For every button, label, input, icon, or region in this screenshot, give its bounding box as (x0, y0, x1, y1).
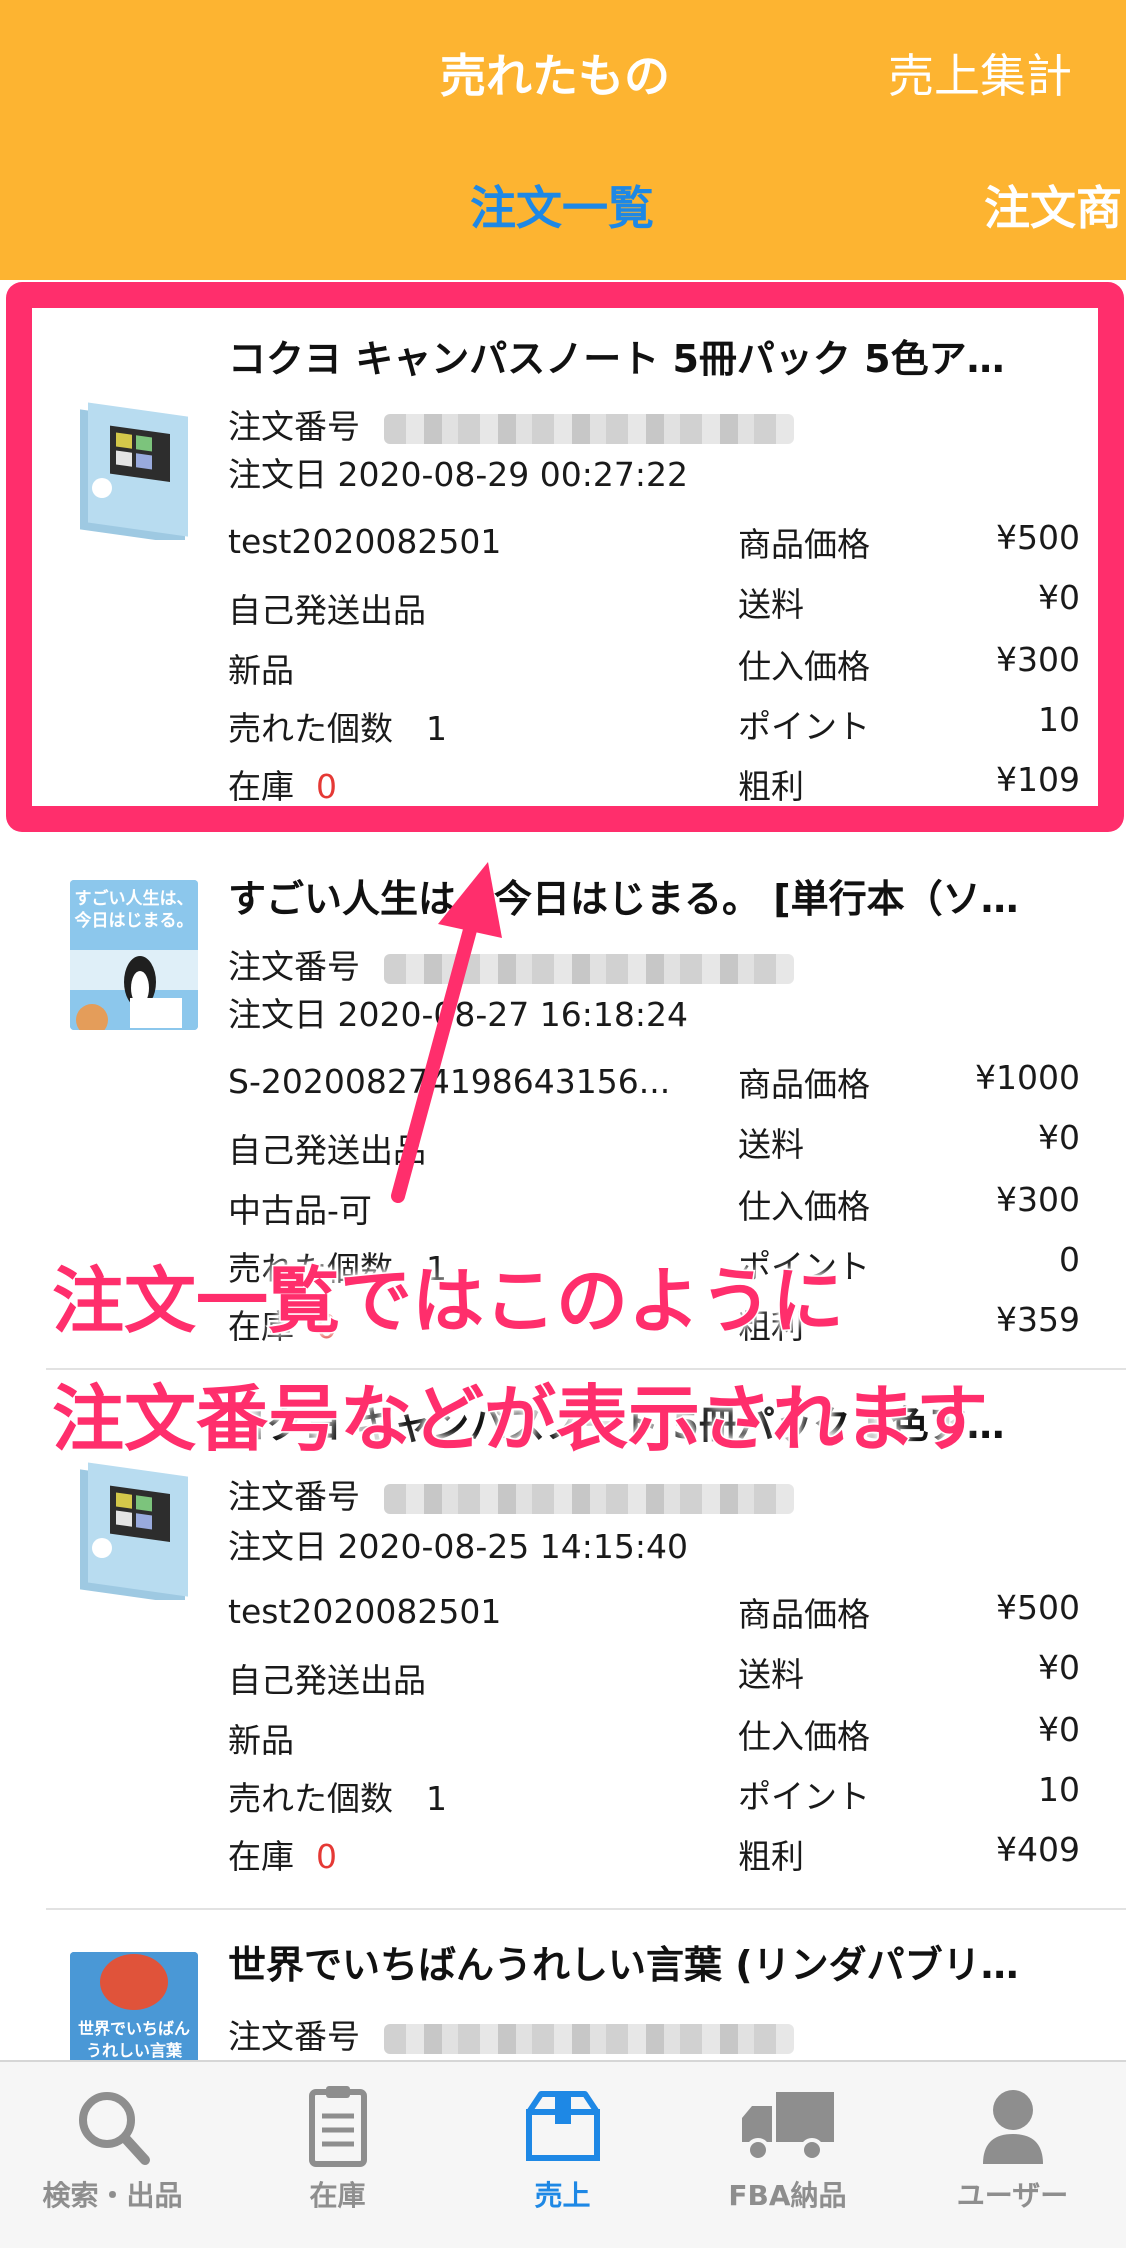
product-thumbnail: すごい人生は、 今日はじまる。 (70, 880, 198, 1030)
points-value: 0 (1059, 1240, 1080, 1279)
product-title: すごい人生は、今日はじまる。 [単行本（ソ… (228, 877, 1019, 921)
sku: test2020082501 (228, 522, 502, 561)
svg-text:すごい人生は、: すごい人生は、 (75, 888, 194, 909)
price-label: 商品価格 (738, 1065, 870, 1104)
points-label: ポイント (738, 707, 870, 746)
price-value: ¥500 (996, 1588, 1080, 1627)
nav-user[interactable]: ユーザー (900, 2062, 1125, 2248)
subtab-order-items[interactable]: 注文商 (984, 172, 1122, 238)
shipping-label: 送料 (738, 1655, 804, 1694)
annotation-line-1: 注文一覧ではこのように (50, 1258, 845, 1345)
profit-value: ¥409 (996, 1830, 1080, 1869)
redacted-order-number (384, 953, 794, 984)
nav-label: FBA納品 (728, 2179, 847, 2212)
profit-label: 粗利 (738, 767, 804, 806)
sku: S-20200827419864315​6... (228, 1062, 671, 1101)
order-date: 注文日 2020-08-27 16:18:24 (228, 995, 688, 1034)
order-row[interactable]: コクヨ キャンパスノート 5冊パック 5色ア… 注文番号 注文日 2020-08… (0, 300, 1126, 820)
points-value: 10 (1038, 1770, 1080, 1809)
product-thumbnail (70, 390, 198, 540)
nav-fba-shipment[interactable]: FBA納品 (675, 2062, 900, 2248)
product-title: コクヨ キャンパスノート 5冊パック 5色ア… (228, 337, 1005, 381)
sku: test2020082501 (228, 1592, 502, 1631)
price-label: 商品価格 (738, 1595, 870, 1634)
profit-value: ¥109 (996, 760, 1080, 799)
stock: 在庫 0 (228, 1837, 337, 1876)
shipping-method: 自己発送出品 (228, 1661, 426, 1700)
svg-text:世界でいちばん: 世界でいちばん (78, 2019, 190, 2038)
tab-sold-items[interactable]: 売れたもの (440, 40, 670, 106)
cost-label: 仕入価格 (738, 1187, 870, 1226)
clipboard-icon (308, 2086, 367, 2167)
cost-value: ¥300 (996, 1180, 1080, 1219)
price-label: 商品価格 (738, 525, 870, 564)
shipping-label: 送料 (738, 1125, 804, 1164)
cost-value: ¥0 (1038, 1710, 1080, 1749)
price-value: ¥500 (996, 518, 1080, 557)
nav-label: 検索・出品 (42, 2179, 183, 2212)
subtab-order-list[interactable]: 注文一覧 (470, 172, 654, 238)
points-value: 10 (1038, 700, 1080, 739)
nav-inventory[interactable]: 在庫 (225, 2062, 450, 2248)
nav-label: ユーザー (956, 2179, 1069, 2212)
sold-quantity: 売れた個数 1 (228, 709, 447, 748)
product-title: 世界でいちばんうれしい言葉 (リンダパブリ… (228, 1943, 1019, 1987)
nav-search-listing[interactable]: 検索・出品 (0, 2062, 225, 2248)
condition: 新品 (228, 651, 294, 690)
tab-sales-summary[interactable]: 売上集計 (888, 40, 1072, 106)
cost-value: ¥300 (996, 640, 1080, 679)
shipping-value: ¥0 (1038, 578, 1080, 617)
points-label: ポイント (738, 1777, 870, 1816)
condition: 新品 (228, 1721, 294, 1760)
profit-value: ¥359 (996, 1300, 1080, 1339)
sold-quantity: 売れた個数 1 (228, 1779, 447, 1818)
order-list[interactable]: コクヨ キャンパスノート 5冊パック 5色ア… 注文番号 注文日 2020-08… (0, 280, 1126, 2060)
box-icon (525, 2091, 600, 2161)
nav-label: 売上 (534, 2179, 591, 2212)
order-number: 注文番号 (228, 1470, 794, 1518)
redacted-order-number (384, 413, 794, 444)
profit-label: 粗利 (738, 1837, 804, 1876)
cost-label: 仕入価格 (738, 647, 870, 686)
redacted-order-number (384, 2023, 794, 2054)
bottom-tab-bar: 検索・出品 在庫 売上 FBA納品 ユーザー (0, 2060, 1126, 2248)
svg-text:今日はじまる。: 今日はじまる。 (75, 910, 194, 931)
product-thumbnail: 世界でいちばん うれしい言葉 (70, 1952, 198, 2060)
product-thumbnail (70, 1450, 198, 1600)
condition: 中古品-可 (228, 1191, 372, 1230)
cost-label: 仕入価格 (738, 1717, 870, 1756)
nav-label: 在庫 (309, 2179, 366, 2212)
annotation-line-2: 注文番号などが表示されます (50, 1376, 989, 1463)
order-number: 注文番号 (228, 940, 794, 988)
shipping-method: 自己発送出品 (228, 1131, 426, 1170)
shipping-method: 自己発送出品 (228, 591, 426, 630)
svg-text:うれしい言葉: うれしい言葉 (86, 2041, 183, 2060)
order-row[interactable]: 世界でいちばん うれしい言葉 世界でいちばんうれしい言葉 (リンダパブリ… 注文… (0, 1910, 1126, 2060)
shipping-label: 送料 (738, 585, 804, 624)
order-number: 注文番号 (228, 2010, 794, 2058)
user-icon (982, 2090, 1043, 2164)
nav-sales[interactable]: 売上 (450, 2062, 675, 2248)
shipping-value: ¥0 (1038, 1648, 1080, 1687)
order-date: 注文日 2020-08-25 14:15:40 (228, 1527, 688, 1566)
redacted-order-number (384, 1483, 794, 1514)
stock: 在庫 0 (228, 767, 337, 806)
order-date: 注文日 2020-08-29 00:27:22 (228, 455, 688, 494)
order-number: 注文番号 (228, 400, 794, 448)
shipping-value: ¥0 (1038, 1118, 1080, 1157)
app-header: 売れたもの 売上集計 注文一覧 注文商 (0, 0, 1126, 280)
truck-icon (741, 2092, 834, 2162)
price-value: ¥1000 (975, 1058, 1080, 1097)
search-icon (78, 2092, 150, 2165)
